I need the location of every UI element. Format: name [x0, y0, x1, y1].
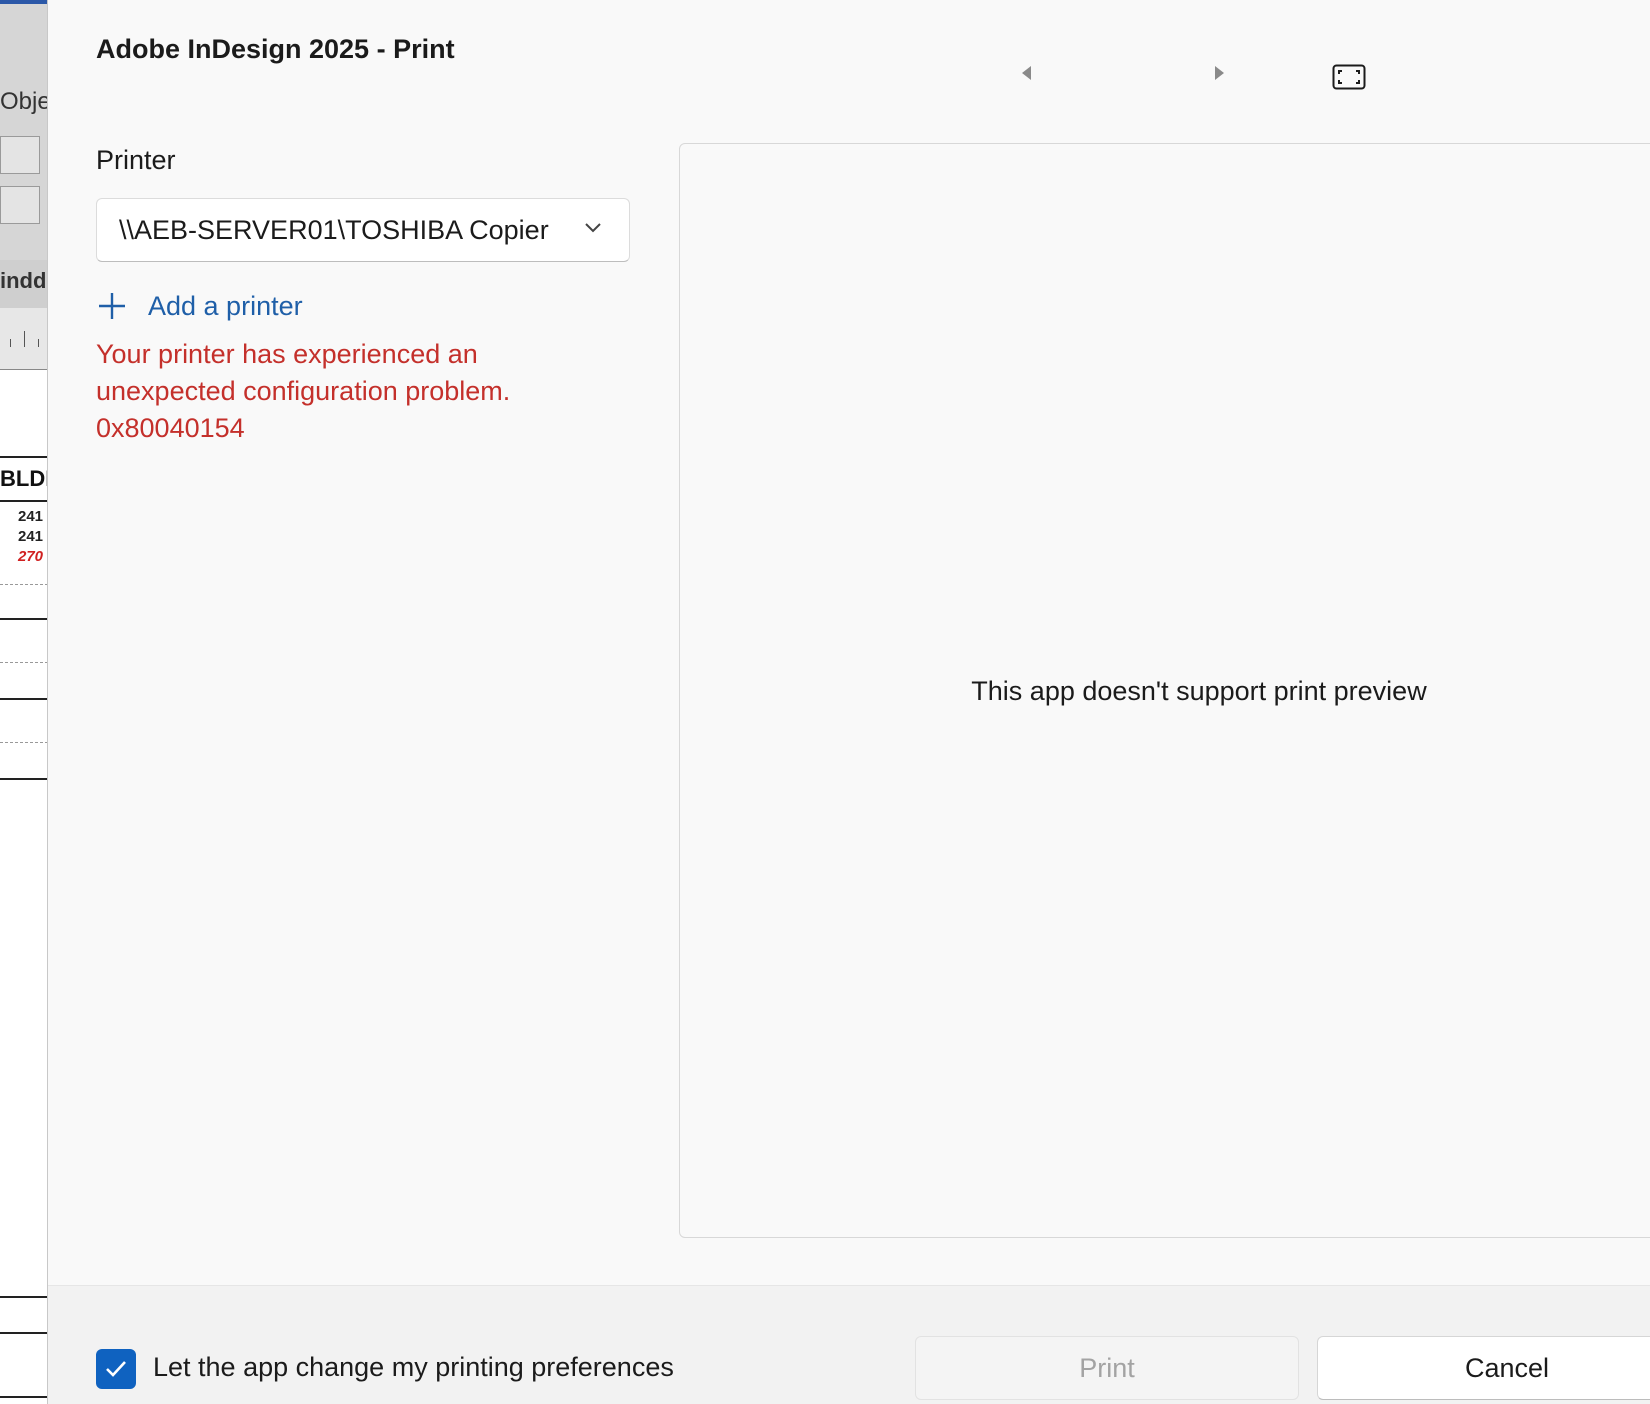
background-rule [0, 456, 47, 458]
triangle-left-icon[interactable] [1018, 64, 1036, 82]
printer-selected-value: \\AEB-SERVER01\TOSHIBA Copier [119, 214, 549, 245]
add-printer-link[interactable]: Add a printer [96, 290, 303, 322]
background-toolbar-cell [0, 136, 40, 174]
background-rule [0, 1296, 47, 1298]
background-rule [0, 500, 47, 502]
background-rule [0, 778, 47, 780]
print-button[interactable]: Print [915, 1336, 1299, 1400]
dialog-title: Adobe InDesign 2025 - Print [96, 34, 455, 64]
printer-dropdown[interactable]: \\AEB-SERVER01\TOSHIBA Copier [96, 198, 630, 262]
printing-preferences-checkbox[interactable] [96, 1349, 136, 1389]
background-cell-text: 270 [18, 548, 44, 565]
background-dashed-rule [0, 662, 47, 663]
background-dashed-rule [0, 742, 47, 743]
triangle-right-icon[interactable] [1210, 64, 1228, 82]
background-ruler [0, 308, 47, 370]
plus-icon [99, 293, 125, 319]
background-heading: BLDI [0, 466, 48, 491]
print-preview-pane: This app doesn't support print preview [679, 143, 1650, 1238]
printer-label: Printer [96, 145, 176, 175]
background-cell-text: 241 [18, 528, 44, 545]
background-app-window: Obje indd BLDI 241 241 270 [0, 0, 48, 1404]
printing-preferences-label[interactable]: Let the app change my printing preferenc… [153, 1352, 674, 1383]
error-line: Your printer has experienced an [96, 339, 478, 369]
print-dialog: Adobe InDesign 2025 - Print Printer \\AE… [48, 0, 1650, 1404]
background-toolbar-cell [0, 186, 40, 224]
cancel-button[interactable]: Cancel [1317, 1336, 1650, 1400]
error-line: unexpected configuration problem. [96, 376, 511, 406]
add-printer-label: Add a printer [148, 290, 303, 321]
background-rule [0, 698, 47, 700]
checkmark-icon [106, 1361, 126, 1377]
background-menu-object: Obje [0, 88, 48, 115]
background-cell-text: 241 [18, 508, 44, 525]
preview-unsupported-message: This app doesn't support print preview [971, 676, 1427, 706]
background-rule [0, 1396, 47, 1398]
background-rule [0, 1332, 47, 1334]
fit-page-icon[interactable] [1332, 64, 1366, 90]
background-rule [0, 618, 47, 620]
background-document-tab: indd [0, 260, 47, 308]
printer-error-message: Your printer has experienced an unexpect… [96, 336, 616, 447]
background-dashed-rule [0, 584, 47, 585]
dialog-footer: Let the app change my printing preferenc… [48, 1285, 1650, 1404]
chevron-down-icon [585, 223, 601, 233]
error-code: 0x80040154 [96, 413, 245, 443]
